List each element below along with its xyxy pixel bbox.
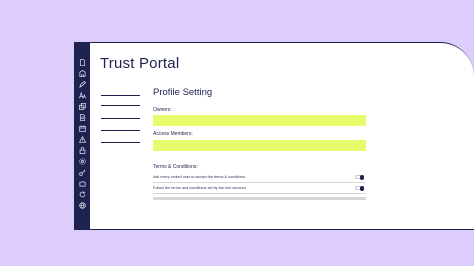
owners-label: Owners:: [153, 107, 172, 113]
menu-item-placeholder[interactable]: [101, 105, 140, 106]
refresh-icon[interactable]: [79, 191, 86, 198]
menu-item-placeholder[interactable]: [101, 142, 140, 143]
file-icon[interactable]: [79, 114, 86, 121]
accept-terms-toggle[interactable]: [355, 175, 364, 180]
follow-hub-terms-toggle[interactable]: [355, 186, 364, 191]
terms-toggle-row: Ask every invited user to accept the ter…: [153, 172, 366, 183]
terms-toggle-row: Follow the terms and conditions set by t…: [153, 183, 366, 194]
terms-conditions-label: Terms & Conditions:: [153, 164, 198, 170]
key-icon[interactable]: [79, 169, 86, 176]
copy-icon[interactable]: [79, 103, 86, 110]
page-title: Trust Portal: [100, 55, 180, 72]
scrollbar[interactable]: [153, 197, 366, 200]
toggle-knob: [359, 186, 364, 191]
menu-item-placeholder[interactable]: [101, 95, 140, 96]
owners-field[interactable]: [153, 115, 366, 126]
text-size-icon[interactable]: [79, 92, 86, 99]
icon-sidebar: [75, 43, 90, 229]
toggle-label: Follow the terms and conditions set by t…: [153, 186, 246, 190]
access-members-label: Access Members:: [153, 131, 193, 137]
settings-icon[interactable]: [79, 158, 86, 165]
document-icon[interactable]: [79, 59, 86, 66]
access-members-field[interactable]: [153, 140, 366, 151]
trust-portal-window: Trust Portal Profile Setting Owners: Acc…: [74, 42, 474, 230]
calendar-icon[interactable]: [79, 125, 86, 132]
profile-setting-heading: Profile Setting: [153, 87, 213, 98]
globe-icon[interactable]: [79, 202, 86, 209]
toggle-label: Ask every invited user to accept the ter…: [153, 175, 246, 179]
toggle-knob: [359, 175, 364, 180]
warning-icon[interactable]: [79, 136, 86, 143]
edit-icon[interactable]: [79, 81, 86, 88]
lock-icon[interactable]: [79, 147, 86, 154]
menu-item-placeholder[interactable]: [101, 130, 140, 131]
puzzle-icon[interactable]: [79, 180, 86, 187]
menu-item-placeholder[interactable]: [101, 118, 140, 119]
building-icon[interactable]: [79, 70, 86, 77]
